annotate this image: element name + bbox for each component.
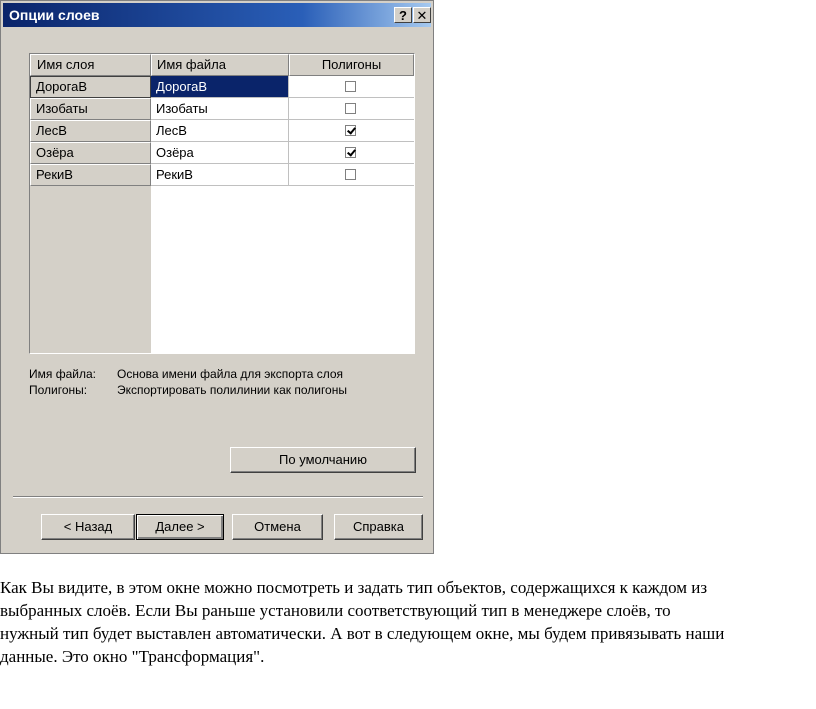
file-name-cell[interactable]: Озёра bbox=[151, 142, 289, 164]
defaults-button[interactable]: По умолчанию bbox=[230, 447, 416, 473]
paragraph-line: данные. Это окно "Трансформация". bbox=[0, 647, 265, 666]
file-name-cell[interactable]: ДорогаВ bbox=[151, 76, 289, 98]
row-header-layer[interactable]: Изобаты bbox=[30, 98, 151, 120]
column-header-file-name[interactable]: Имя файла bbox=[151, 54, 289, 76]
next-button[interactable]: Далее > bbox=[136, 514, 224, 540]
paragraph-line: выбранных слоёв. Если Вы раньше установи… bbox=[0, 601, 671, 620]
polygons-cell bbox=[289, 164, 414, 186]
polygons-cell bbox=[289, 120, 414, 142]
description-paragraph: Как Вы видите, в этом окне можно посмотр… bbox=[0, 576, 816, 668]
help-question-icon[interactable]: ? bbox=[394, 7, 412, 23]
file-name-cell[interactable]: Изобаты bbox=[151, 98, 289, 120]
row-header-layer[interactable]: ДорогаВ bbox=[30, 76, 151, 98]
paragraph-line: нужный тип будет выставлен автоматически… bbox=[0, 624, 725, 643]
polygons-cell bbox=[289, 142, 414, 164]
legend-key: Имя файла: bbox=[29, 367, 96, 381]
cancel-button[interactable]: Отмена bbox=[232, 514, 323, 540]
polygons-checkbox[interactable] bbox=[345, 169, 356, 180]
close-icon[interactable]: ✕ bbox=[413, 7, 431, 23]
layer-options-dialog: Опции слоев ? ✕ Имя слоя Имя файла Полиг… bbox=[0, 0, 434, 554]
file-name-cell[interactable]: РекиВ bbox=[151, 164, 289, 186]
column-header-layer-name[interactable]: Имя слоя bbox=[30, 54, 151, 76]
legend-key: Полигоны: bbox=[29, 383, 88, 397]
dialog-title: Опции слоев bbox=[9, 7, 100, 23]
legend-value: Экспортировать полилинии как полигоны bbox=[117, 383, 347, 397]
back-button[interactable]: < Назад bbox=[41, 514, 135, 540]
column-header-polygons[interactable]: Полигоны bbox=[289, 54, 414, 76]
separator bbox=[13, 496, 423, 498]
row-header-layer[interactable]: ЛесВ bbox=[30, 120, 151, 142]
paragraph-line: Как Вы видите, в этом окне можно посмотр… bbox=[0, 578, 708, 597]
layers-grid: Имя слоя Имя файла Полигоны ДорогаВ Доро… bbox=[29, 53, 415, 354]
row-header-layer[interactable]: РекиВ bbox=[30, 164, 151, 186]
polygons-checkbox[interactable] bbox=[345, 81, 356, 92]
legend-value: Основа имени файла для экспорта слоя bbox=[117, 367, 344, 381]
help-button[interactable]: Справка bbox=[334, 514, 423, 540]
file-name-cell[interactable]: ЛесВ bbox=[151, 120, 289, 142]
polygons-checkbox[interactable] bbox=[345, 125, 356, 136]
title-bar[interactable]: Опции слоев ? ✕ bbox=[3, 3, 431, 27]
row-header-layer[interactable]: Озёра bbox=[30, 142, 151, 164]
polygons-cell bbox=[289, 76, 414, 98]
polygons-checkbox[interactable] bbox=[345, 103, 356, 114]
polygons-cell bbox=[289, 98, 414, 120]
polygons-checkbox[interactable] bbox=[345, 147, 356, 158]
